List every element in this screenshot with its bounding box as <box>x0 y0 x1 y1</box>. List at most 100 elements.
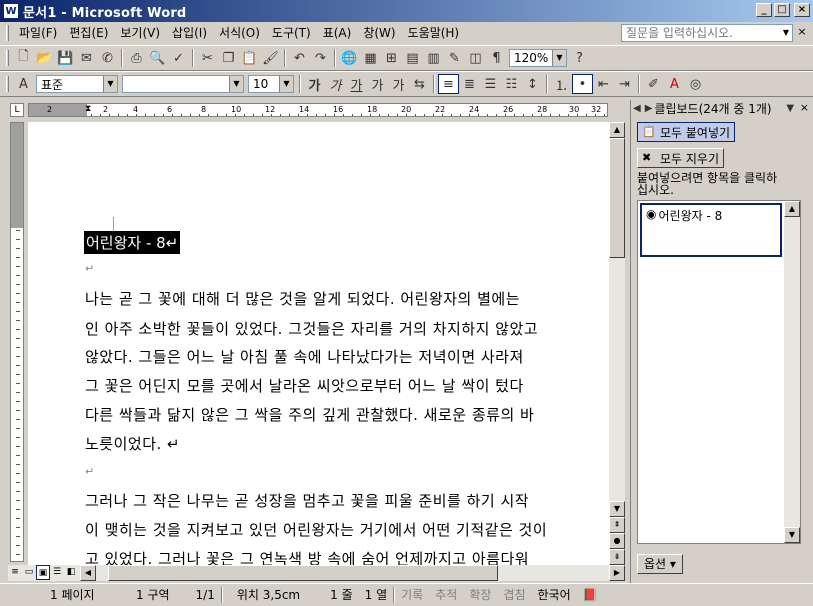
clipboard-scrollbar[interactable]: ▲ ▼ <box>784 201 800 543</box>
align-right-icon[interactable]: ☰ <box>480 74 501 94</box>
spelling-icon[interactable]: ✓ <box>168 48 189 68</box>
document-map-icon[interactable]: ◫ <box>465 48 486 68</box>
word-app-icon[interactable]: W <box>3 3 19 19</box>
help-icon[interactable]: ? <box>569 48 590 68</box>
spelling-status-icon[interactable]: 📕 <box>577 586 604 604</box>
scroll-up-icon[interactable]: ▲ <box>609 122 625 138</box>
decrease-indent-icon[interactable]: ⇤ <box>593 74 614 94</box>
open-folder-icon[interactable]: 📂 <box>34 48 55 68</box>
document-close-icon[interactable]: × <box>795 25 809 39</box>
document-line[interactable]: 그 꽃은 어딘지 모를 곳에서 날라온 씨앗으로부터 어느 날 싹이 텄다 <box>85 375 524 396</box>
increase-indent-icon[interactable]: ⇥ <box>614 74 635 94</box>
underline-button[interactable]: 가 <box>346 74 367 94</box>
print-icon[interactable]: ⎙ <box>126 48 147 68</box>
highlight-icon[interactable]: ✐ <box>643 74 664 94</box>
paste-all-button[interactable]: 📋 모두 붙여넣기 <box>637 122 736 142</box>
clip-scroll-up-icon[interactable]: ▲ <box>784 201 800 217</box>
phonetic-guide-icon[interactable]: ◎ <box>685 74 706 94</box>
style-dropdown-icon[interactable]: ▼ <box>103 76 117 92</box>
scroll-down-icon[interactable]: ▼ <box>609 501 625 517</box>
menu-file[interactable]: 파일(F) <box>13 23 63 43</box>
align-center-icon[interactable]: ≣ <box>459 74 480 94</box>
vertical-scroll-thumb[interactable] <box>609 138 625 258</box>
help-dropdown-icon[interactable]: ▼ <box>779 25 793 41</box>
indent-marker-icon[interactable]: ⧗ <box>85 104 93 116</box>
columns-icon[interactable]: ▥ <box>423 48 444 68</box>
redo-icon[interactable]: ↷ <box>310 48 331 68</box>
reading-layout-icon[interactable]: ◧ <box>64 565 78 580</box>
insert-excel-icon[interactable]: ▤ <box>402 48 423 68</box>
status-record[interactable]: 기록 <box>395 586 429 604</box>
cut-icon[interactable]: ✂ <box>197 48 218 68</box>
char-scale-icon[interactable]: ⇆ <box>409 74 430 94</box>
drawing-icon[interactable]: ✎ <box>444 48 465 68</box>
forward-arrow-icon[interactable]: ▶ <box>645 103 653 114</box>
style-combo[interactable]: 표준 ▼ <box>36 75 118 93</box>
menu-window[interactable]: 창(W) <box>357 23 401 43</box>
menu-edit[interactable]: 편집(E) <box>63 23 114 43</box>
char-shading-button[interactable]: 가 <box>388 74 409 94</box>
char-border-button[interactable]: 가 <box>367 74 388 94</box>
status-overtype[interactable]: 겹침 <box>497 586 531 604</box>
save-icon[interactable]: 💾 <box>55 48 76 68</box>
print-layout-icon[interactable]: ▣ <box>36 565 50 580</box>
menu-insert[interactable]: 삽입(I) <box>166 23 213 43</box>
insert-table-icon[interactable]: ⊞ <box>381 48 402 68</box>
help-question-input[interactable]: 질문을 입력하십시오. <box>621 24 793 42</box>
next-page-icon[interactable]: ⇟ <box>609 549 625 565</box>
web-layout-icon[interactable]: ▭ <box>22 565 36 580</box>
normal-view-icon[interactable]: ≡ <box>8 565 22 580</box>
clipboard-item[interactable]: ◉ 어린왕자 - 8 <box>640 203 782 257</box>
document-line[interactable]: 이 맺히는 것을 지켜보고 있던 어린왕자는 거기에서 어떤 기적같은 것이 <box>85 519 547 540</box>
document-line[interactable]: 고 있었다. 그러나 꽃은 그 연녹색 방 속에 숨어 언제까지고 아름다워 <box>85 548 529 565</box>
horizontal-scroll-thumb[interactable] <box>108 565 498 581</box>
font-combo[interactable]: ▼ <box>122 75 244 93</box>
bold-button[interactable]: 가 <box>304 74 325 94</box>
maximize-button[interactable]: □ <box>774 3 790 17</box>
scroll-right-icon[interactable]: ▶ <box>609 565 625 581</box>
new-document-icon[interactable]: 🗋 <box>13 48 34 68</box>
status-extend[interactable]: 확장 <box>463 586 497 604</box>
outline-view-icon[interactable]: ☰ <box>50 565 64 580</box>
styles-formatting-icon[interactable]: A <box>13 74 34 94</box>
undo-icon[interactable]: ↶ <box>289 48 310 68</box>
toolbar-grip[interactable] <box>6 76 9 92</box>
document-title-selected[interactable]: 어린왕자 - 8↵ <box>84 231 181 254</box>
zoom-dropdown-icon[interactable]: ▼ <box>552 50 566 66</box>
font-size-dropdown-icon[interactable]: ▼ <box>279 76 293 92</box>
justify-icon[interactable]: ≡ <box>438 74 459 94</box>
numbering-icon[interactable]: ⒈ <box>551 74 572 94</box>
permission-icon[interactable]: ✉ <box>76 48 97 68</box>
previous-page-icon[interactable]: ⇞ <box>609 517 625 533</box>
status-track[interactable]: 추적 <box>429 586 463 604</box>
scroll-left-icon[interactable]: ◀ <box>80 565 96 581</box>
menu-help[interactable]: 도움말(H) <box>402 23 466 43</box>
document-line[interactable]: 노릇이었다. ↵ <box>85 433 180 454</box>
zoom-combo[interactable]: 120% ▼ <box>509 49 567 67</box>
menu-view[interactable]: 보기(V) <box>114 23 166 43</box>
minimize-button[interactable]: _ <box>756 3 772 17</box>
email-icon[interactable]: ✆ <box>97 48 118 68</box>
menu-tools[interactable]: 도구(T) <box>266 23 317 43</box>
toolbar-grip[interactable] <box>6 50 9 66</box>
format-painter-icon[interactable]: 🖌 <box>260 48 281 68</box>
document-line[interactable]: 않았다. 그들은 어느 날 아침 풀 속에 나타났다가는 저녁이면 사라져 <box>85 346 524 367</box>
show-hide-icon[interactable]: ¶ <box>486 48 507 68</box>
vertical-ruler[interactable] <box>10 122 24 562</box>
print-preview-icon[interactable]: 🔍 <box>147 48 168 68</box>
browse-object-icon[interactable]: ● <box>609 533 625 549</box>
line-spacing-icon[interactable]: ↕ <box>522 74 543 94</box>
document-line[interactable]: 인 아주 소박한 꽃들이 있었다. 그것들은 자리를 거의 차지하지 않았고 <box>85 318 538 339</box>
tables-borders-icon[interactable]: ▦ <box>360 48 381 68</box>
font-size-combo[interactable]: 10 ▼ <box>248 75 294 93</box>
options-button[interactable]: 옵션 ▾ <box>637 554 683 574</box>
document-line[interactable]: 나는 곧 그 꽃에 대해 더 많은 것을 알게 되었다. 어린왕자의 별에는 <box>85 288 520 309</box>
menu-table[interactable]: 표(A) <box>317 23 358 43</box>
copy-icon[interactable]: ❐ <box>218 48 239 68</box>
horizontal-ruler[interactable]: 2 ⧗ 2 4 6 8 10 12 14 16 18 20 22 24 26 2… <box>28 103 608 117</box>
task-pane-title[interactable]: 클립보드(24개 중 1개) <box>654 100 784 117</box>
menu-format[interactable]: 서식(O) <box>213 23 266 43</box>
back-arrow-icon[interactable]: ◀ <box>633 103 641 114</box>
clear-all-button[interactable]: ✖ 모두 지우기 <box>637 148 725 168</box>
horizontal-scrollbar[interactable]: ≡ ▭ ▣ ☰ ◧ ◀ ▶ <box>8 565 625 581</box>
